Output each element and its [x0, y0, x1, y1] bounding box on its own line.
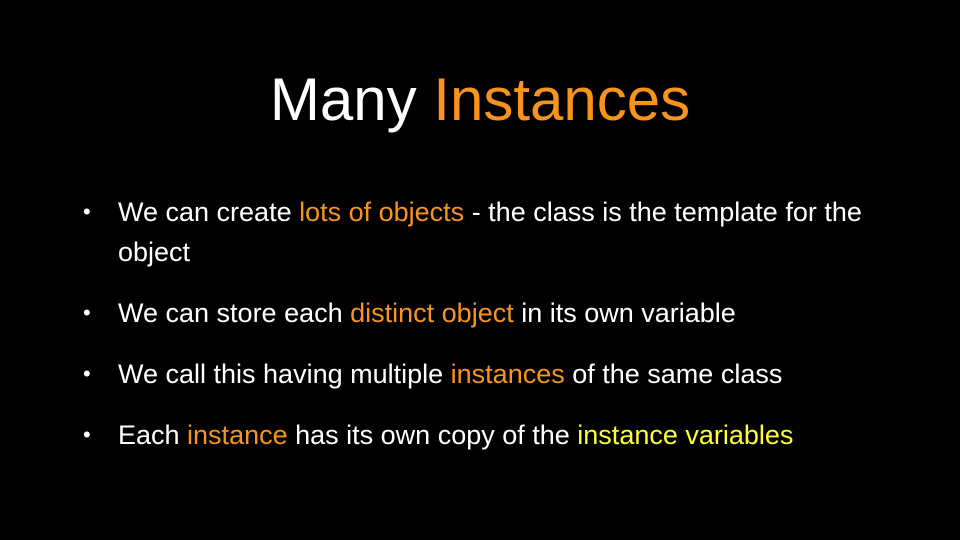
bullet-icon: • [83, 361, 91, 386]
title-part-many: Many [269, 66, 434, 133]
bullet-text: We can create [118, 197, 300, 227]
bullet-text: has its own copy of the [287, 420, 578, 450]
bullet-list: • We can create lots of objects - the cl… [80, 192, 900, 476]
bullet-highlight-yellow: instance variables [577, 420, 794, 450]
bullet-highlight: instances [450, 359, 565, 389]
bullet-text: of the same class [564, 359, 783, 389]
bullet-highlight: instance [187, 420, 288, 450]
bullet-item: • We can store each distinct object in i… [80, 293, 900, 333]
bullet-text: in its own variable [513, 298, 736, 328]
slide-title: Many Instances [0, 64, 960, 136]
bullet-text: We call this having multiple [118, 359, 451, 389]
bullet-icon: • [83, 300, 91, 325]
title-part-instances: Instances [433, 66, 691, 133]
bullet-highlight: distinct object [350, 298, 514, 328]
bullet-highlight: lots of objects [299, 197, 465, 227]
bullet-item: • Each instance has its own copy of the … [80, 415, 900, 455]
slide: Many Instances • We can create lots of o… [0, 0, 960, 540]
bullet-item: • We call this having multiple instances… [80, 354, 900, 394]
bullet-icon: • [83, 422, 91, 447]
bullet-icon: • [83, 199, 91, 224]
bullet-item: • We can create lots of objects - the cl… [80, 192, 900, 272]
bullet-text: We can store each [118, 298, 351, 328]
bullet-text: Each [118, 420, 188, 450]
